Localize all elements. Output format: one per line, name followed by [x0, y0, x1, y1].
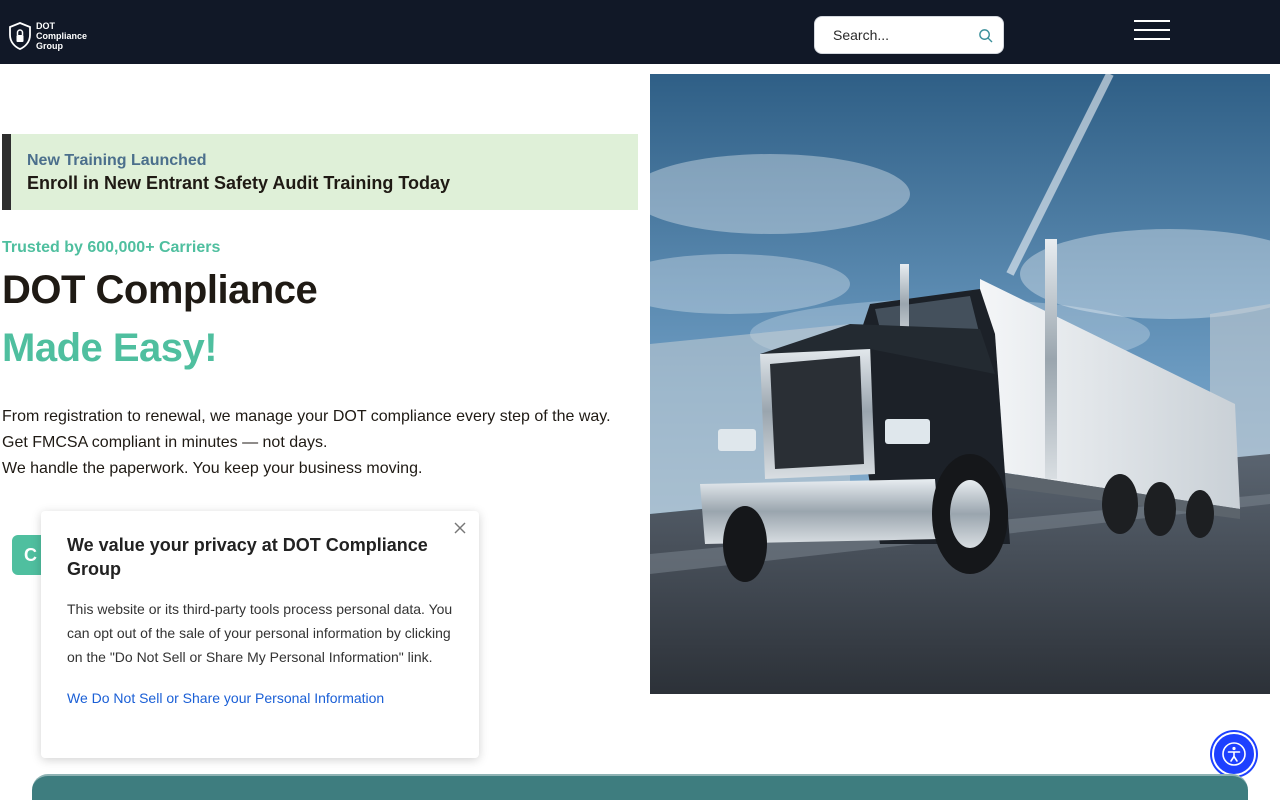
accessibility-person-icon: [1222, 742, 1246, 766]
search-box: [814, 16, 1004, 54]
hero-headline: DOT Compliance: [2, 268, 318, 312]
truck-illustration: [650, 74, 1270, 694]
hamburger-menu-icon[interactable]: [1134, 20, 1170, 42]
privacy-description: This website or its third-party tools pr…: [67, 601, 453, 665]
site-logo[interactable]: DOT Compliance Group: [8, 21, 98, 51]
privacy-consent-popup: We value your privacy at DOT Compliance …: [41, 511, 479, 758]
shield-lock-icon: [9, 22, 31, 50]
hero-body-line-2: Get FMCSA compliant in minutes — not day…: [2, 434, 328, 451]
logo-line-1: DOT: [36, 21, 55, 31]
trusted-tagline: Trusted by 600,000+ Carriers: [2, 239, 221, 256]
announcement-banner: New Training Launched Enroll in New Entr…: [2, 134, 638, 210]
do-not-sell-link[interactable]: We Do Not Sell or Share your Personal In…: [67, 690, 453, 706]
search-input[interactable]: [815, 27, 965, 43]
close-icon[interactable]: [453, 521, 467, 535]
hero-body-copy: From registration to renewal, we manage …: [2, 404, 622, 482]
logo-line-2: Compliance: [36, 31, 88, 41]
announcement-link[interactable]: Enroll in New Entrant Safety Audit Train…: [27, 173, 638, 194]
hero-headline-accent: Made Easy!: [2, 326, 218, 370]
hero-body-line-1: From registration to renewal, we manage …: [2, 408, 611, 425]
announcement-kicker: New Training Launched: [27, 152, 207, 169]
accessibility-button[interactable]: [1212, 732, 1256, 776]
privacy-title: We value your privacy at DOT Compliance …: [67, 535, 428, 579]
hero-body-line-3: We handle the paperwork. You keep your b…: [2, 460, 423, 477]
logo-line-3: Group: [36, 41, 63, 51]
logo-wordmark: DOT Compliance Group: [36, 21, 87, 51]
next-section-band: [32, 774, 1248, 800]
top-navigation-bar: DOT Compliance Group: [0, 0, 1280, 64]
search-icon[interactable]: [978, 28, 993, 43]
hero-truck-image: [650, 74, 1270, 694]
